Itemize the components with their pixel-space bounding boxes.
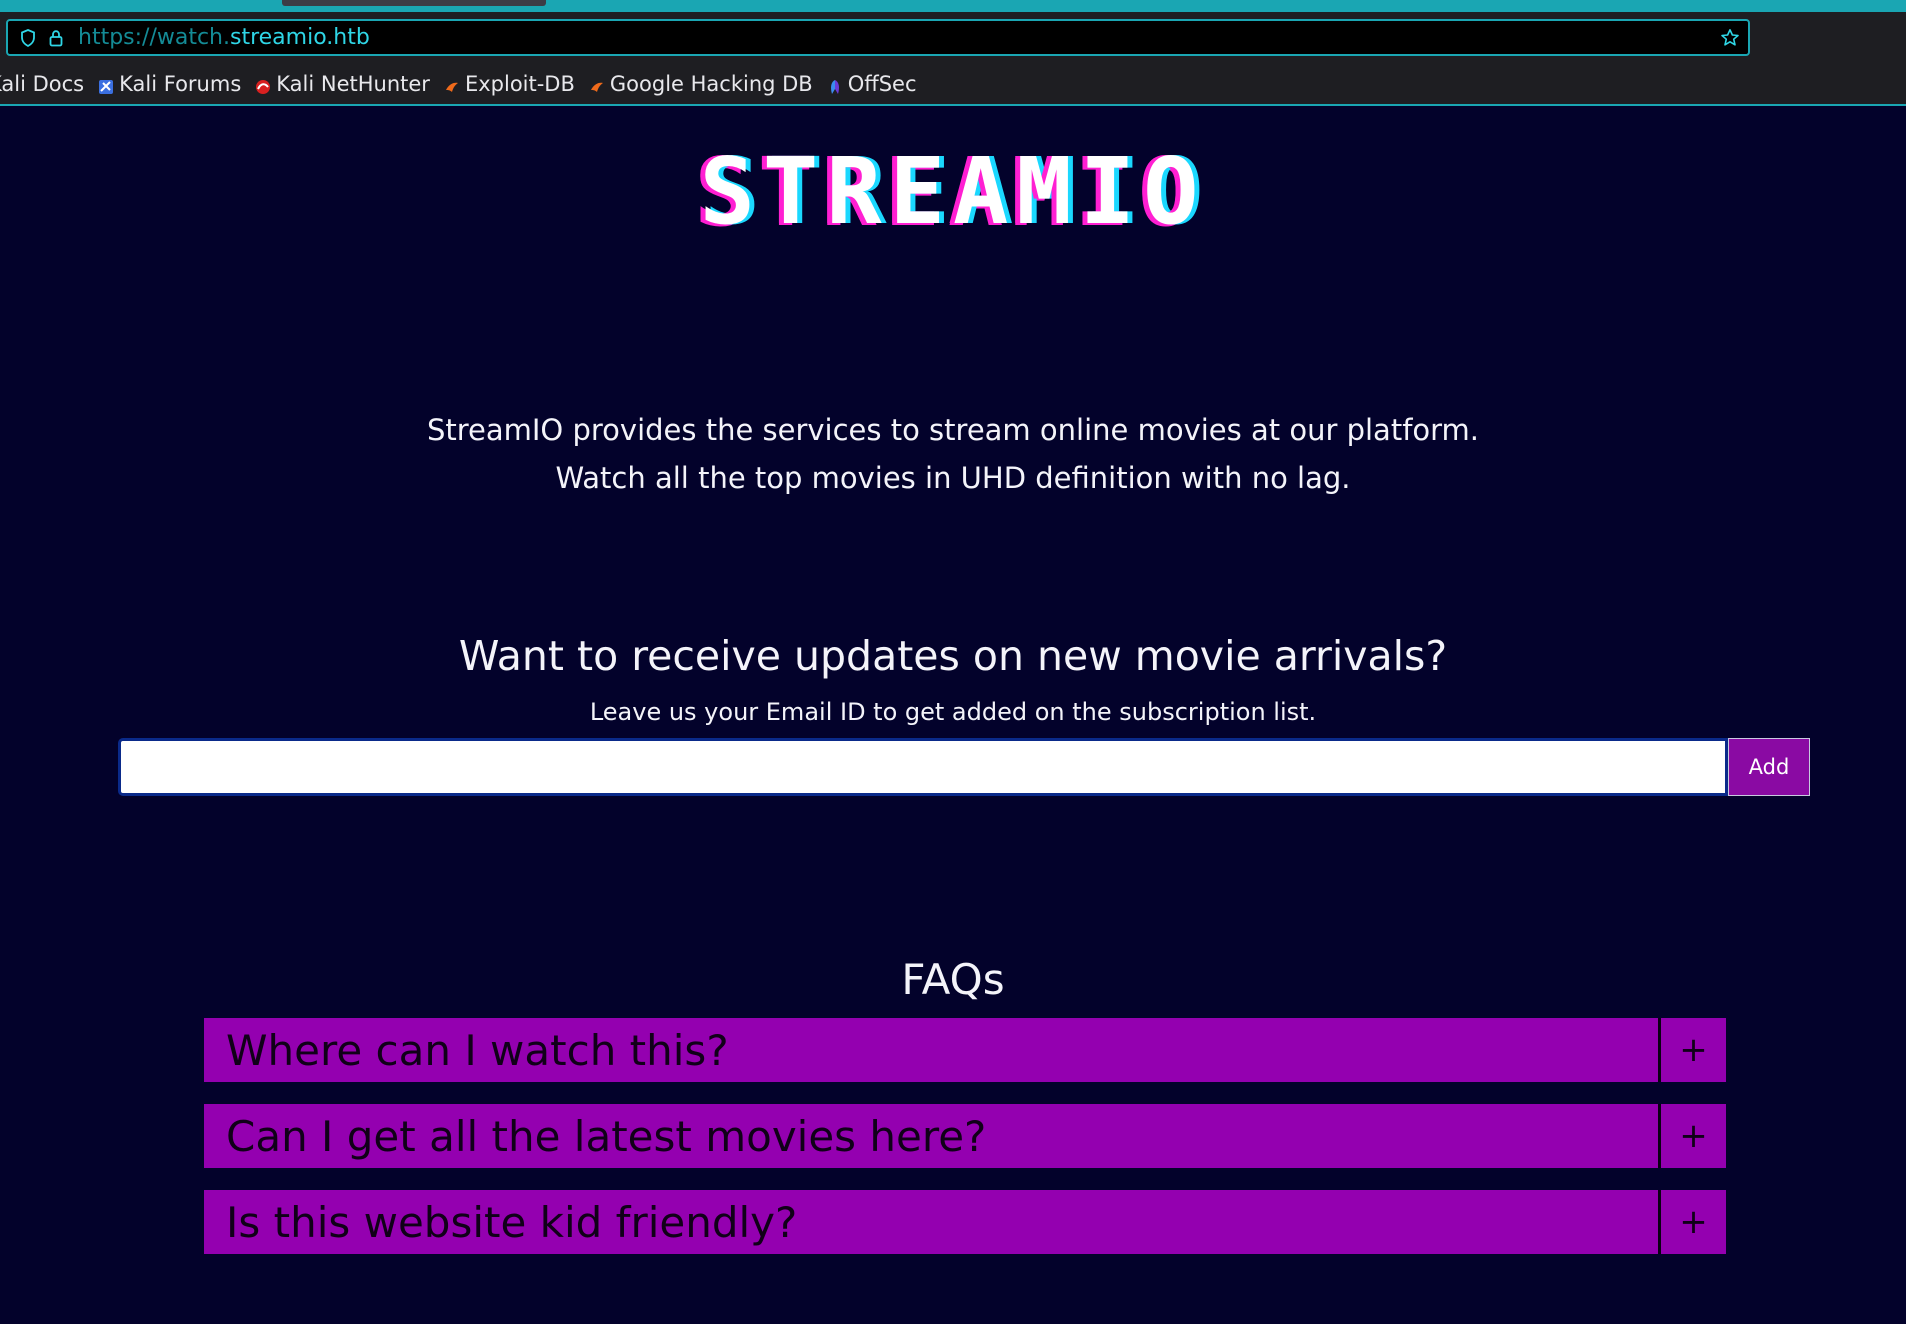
- bookmark-label: Kali NetHunter: [276, 72, 430, 96]
- url-host: streamio.htb: [230, 25, 370, 50]
- bookmark-label: Exploit-DB: [464, 72, 575, 96]
- intro-text: StreamIO provides the services to stream…: [0, 406, 1906, 502]
- intro-line-2: Watch all the top movies in UHD definiti…: [555, 461, 1351, 495]
- add-button[interactable]: Add: [1728, 738, 1810, 796]
- url-text[interactable]: https://watch.streamio.htb: [78, 25, 370, 50]
- faq-question: Where can I watch this?: [226, 1025, 729, 1075]
- faq-item[interactable]: Where can I watch this? +: [204, 1018, 1726, 1082]
- bookmark-google-hacking-db[interactable]: Google Hacking DB: [589, 72, 813, 96]
- offsec-icon: [827, 76, 843, 94]
- subscribe-subtitle: Leave us your Email ID to get added on t…: [589, 698, 1317, 726]
- faq-list: Where can I watch this? + Can I get all …: [204, 1018, 1726, 1276]
- bookmark-kali-docs[interactable]: Kali Docs: [0, 72, 84, 96]
- intro-line-1: StreamIO provides the services to stream…: [426, 413, 1480, 447]
- kali-forums-icon: [98, 76, 114, 94]
- faq-question: Can I get all the latest movies here?: [226, 1111, 987, 1161]
- bookmark-kali-forums[interactable]: Kali Forums: [98, 72, 241, 96]
- bookmark-offsec[interactable]: OffSec: [827, 72, 917, 96]
- faq-item[interactable]: Is this website kid friendly? +: [204, 1190, 1726, 1254]
- kali-nethunter-icon: [255, 76, 271, 94]
- address-bar[interactable]: https://watch.streamio.htb: [6, 19, 1750, 56]
- expand-plus-icon[interactable]: +: [1658, 1190, 1726, 1254]
- expand-plus-icon[interactable]: +: [1658, 1104, 1726, 1168]
- shield-icon[interactable]: [18, 28, 38, 48]
- faq-item[interactable]: Can I get all the latest movies here? +: [204, 1104, 1726, 1168]
- bookmark-label: Kali Forums: [119, 72, 242, 96]
- google-hacking-db-icon: [589, 76, 605, 92]
- bookmark-star-icon[interactable]: [1720, 28, 1740, 48]
- faq-title: FAQs: [901, 955, 1005, 1004]
- lock-icon[interactable]: [46, 28, 66, 48]
- exploit-db-icon: [444, 76, 460, 92]
- bookmark-kali-nethunter[interactable]: Kali NetHunter: [255, 72, 430, 96]
- bookmark-label: Kali Docs: [0, 72, 85, 96]
- url-prefix: https://watch.: [78, 25, 230, 50]
- site-logo: STREAMIO: [699, 138, 1207, 245]
- bookmark-exploit-db[interactable]: Exploit-DB: [444, 72, 575, 96]
- expand-plus-icon[interactable]: +: [1658, 1018, 1726, 1082]
- bookmark-label: Google Hacking DB: [609, 72, 813, 96]
- email-field[interactable]: [118, 738, 1728, 796]
- browser-chrome: https://watch.streamio.htb Kali Docs Kal…: [0, 0, 1906, 106]
- bookmark-label: OffSec: [847, 72, 917, 96]
- subscribe-title: Want to receive updates on new movie arr…: [458, 632, 1448, 680]
- browser-tab[interactable]: [282, 0, 546, 6]
- subscribe-form: Add: [118, 738, 1810, 796]
- bookmarks-toolbar: Kali Docs Kali Forums Kali NetHunter: [0, 68, 931, 100]
- faq-question: Is this website kid friendly?: [226, 1197, 798, 1247]
